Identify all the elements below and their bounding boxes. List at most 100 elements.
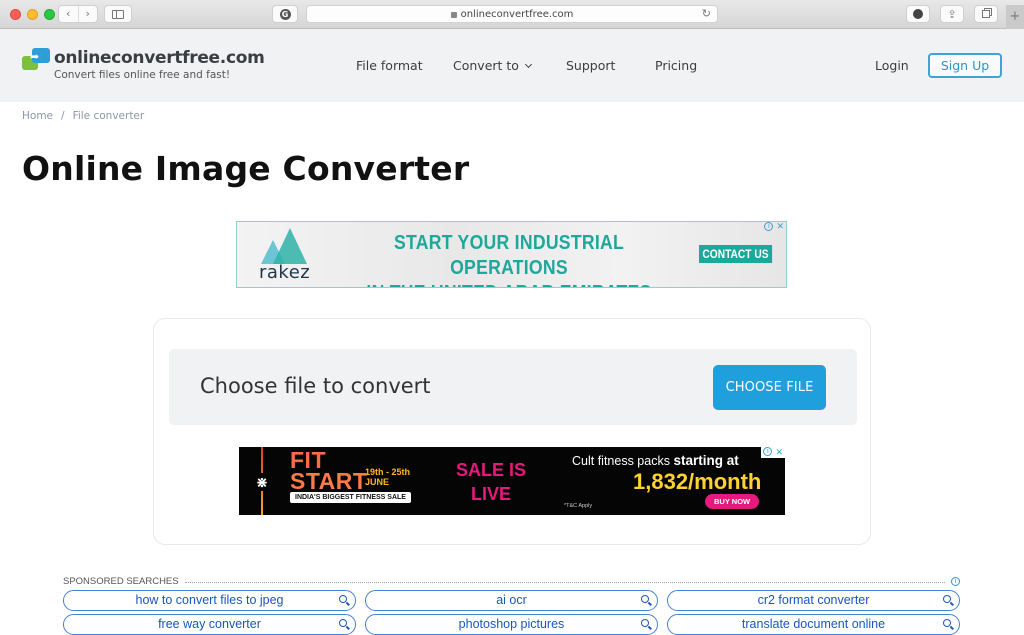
extension-button[interactable]: G bbox=[272, 5, 298, 23]
sale-dates: 19th - 25th JUNE bbox=[365, 467, 410, 487]
browser-toolbar: ‹ › G onlineconvertfree.com ↻ ⇪ + bbox=[0, 0, 1024, 29]
login-link[interactable]: Login bbox=[875, 58, 909, 73]
sale-tagline: INDIA'S BIGGEST FITNESS SALE bbox=[290, 492, 411, 503]
sale-live-text: SALE IS LIVE bbox=[449, 458, 533, 506]
reload-icon[interactable]: ↻ bbox=[702, 7, 711, 20]
ad-brand-name: rakez bbox=[259, 262, 311, 283]
terms-note: *T&C Apply bbox=[564, 503, 593, 509]
sidebar-icon bbox=[112, 9, 124, 19]
search-term: cr2 format converter bbox=[757, 593, 870, 607]
ad-headline-line1: START YOUR INDUSTRIAL OPERATIONS bbox=[393, 231, 625, 279]
chevron-down-icon bbox=[524, 60, 532, 69]
cult-fit-banner-ad[interactable]: ⋇ FIT START 19th - 25th JUNE INDIA'S BIG… bbox=[239, 447, 785, 515]
sale-line1: SALE IS bbox=[455, 460, 526, 480]
share-button[interactable]: ⇪ bbox=[940, 5, 964, 23]
download-icon bbox=[913, 9, 923, 19]
sale-dates-line2: JUNE bbox=[365, 477, 390, 487]
choose-file-prompt: Choose file to convert bbox=[200, 374, 431, 398]
sponsored-searches: SPONSORED SEARCHES i how to convert file… bbox=[63, 576, 960, 635]
new-tab-button[interactable]: + bbox=[1006, 5, 1024, 29]
ad-headline: START YOUR INDUSTRIAL OPERATIONS IN THE … bbox=[358, 230, 661, 287]
sale-dates-line1: 19th - 25th bbox=[365, 467, 411, 477]
packs-text: Cult fitness packs starting at bbox=[572, 453, 739, 468]
search-icon bbox=[943, 619, 951, 627]
start-text: START bbox=[290, 468, 368, 494]
packs-regular: Cult fitness packs bbox=[572, 454, 674, 468]
grammarly-icon: G bbox=[279, 8, 291, 20]
brand-name: onlineconvertfree.com bbox=[54, 48, 265, 68]
choose-file-button[interactable]: CHOOSE FILE bbox=[713, 365, 826, 410]
breadcrumb-home[interactable]: Home bbox=[22, 110, 53, 122]
search-icon bbox=[641, 595, 649, 603]
signup-button[interactable]: Sign Up bbox=[928, 53, 1002, 78]
adchoices-info-icon[interactable]: i bbox=[764, 222, 774, 231]
sale-line2: LIVE bbox=[470, 484, 511, 504]
zoom-window-button[interactable] bbox=[44, 9, 55, 20]
search-term: photoshop pictures bbox=[458, 617, 565, 631]
search-icon bbox=[339, 619, 347, 627]
ad-close-icon[interactable]: ✕ bbox=[775, 447, 783, 458]
info-icon[interactable]: i bbox=[951, 577, 960, 586]
search-icon bbox=[641, 619, 649, 627]
back-button[interactable]: ‹ bbox=[59, 6, 79, 22]
ad-close-icon[interactable]: ✕ bbox=[776, 222, 784, 232]
breadcrumb-separator: / bbox=[61, 110, 65, 122]
ad-headline-line2: IN THE UNITED ARAB EMIRATES bbox=[358, 280, 661, 287]
fit-start-title: FIT START bbox=[290, 449, 368, 494]
packs-bold: starting at bbox=[673, 453, 739, 468]
convert-logo-icon: ➦ bbox=[22, 48, 50, 70]
adchoices-info-icon[interactable]: i bbox=[763, 447, 773, 456]
url-text: onlineconvertfree.com bbox=[460, 8, 574, 20]
search-term: free way converter bbox=[158, 617, 261, 631]
tabs-icon bbox=[982, 10, 990, 18]
nav-file-format[interactable]: File format bbox=[356, 58, 423, 73]
adchoices: i ✕ bbox=[764, 222, 784, 232]
dotted-divider bbox=[184, 582, 945, 583]
sponsored-search-item[interactable]: how to convert files to jpeg bbox=[63, 590, 356, 611]
lock-icon bbox=[450, 12, 457, 18]
page-title: Online Image Converter bbox=[22, 149, 470, 188]
share-icon: ⇪ bbox=[947, 7, 957, 21]
sponsored-heading: SPONSORED SEARCHES bbox=[63, 576, 179, 587]
sponsored-search-item[interactable]: ai ocr bbox=[365, 590, 658, 611]
search-term: ai ocr bbox=[496, 593, 527, 607]
history-nav: ‹ › bbox=[58, 5, 98, 23]
brand-tagline: Convert files online free and fast! bbox=[54, 69, 231, 81]
nav-support[interactable]: Support bbox=[566, 58, 615, 73]
sponsored-search-item[interactable]: photoshop pictures bbox=[365, 614, 658, 635]
breadcrumb: Home / File converter bbox=[22, 110, 144, 122]
sponsored-search-item[interactable]: cr2 format converter bbox=[667, 590, 960, 611]
nav-pricing[interactable]: Pricing bbox=[655, 58, 697, 73]
logo-wrap: ➦ onlineconvertfree.com Convert files on… bbox=[22, 46, 265, 81]
address-bar[interactable]: onlineconvertfree.com ↻ bbox=[306, 5, 718, 23]
sponsored-search-item[interactable]: free way converter bbox=[63, 614, 356, 635]
close-window-button[interactable] bbox=[10, 9, 21, 20]
search-icon bbox=[943, 595, 951, 603]
logo-row: ➦ onlineconvertfree.com bbox=[22, 46, 265, 70]
buy-now-button[interactable]: BUY NOW bbox=[705, 494, 760, 509]
breadcrumb-current: File converter bbox=[72, 110, 145, 122]
site-logo[interactable]: ➦ onlineconvertfree.com Convert files on… bbox=[22, 46, 265, 81]
logo-arrow-icon: ➦ bbox=[30, 50, 40, 63]
ad-price: 1,832/month bbox=[633, 469, 762, 494]
site-header: ➦ onlineconvertfree.com Convert files on… bbox=[0, 29, 1024, 102]
search-term: how to convert files to jpeg bbox=[135, 593, 284, 607]
downloads-button[interactable] bbox=[906, 5, 930, 23]
sponsored-search-item[interactable]: translate document online bbox=[667, 614, 960, 635]
nav-convert-to[interactable]: Convert to bbox=[453, 58, 532, 73]
search-term: translate document online bbox=[741, 617, 886, 631]
nav-convert-to-label: Convert to bbox=[453, 58, 519, 73]
sponsored-header: SPONSORED SEARCHES i bbox=[63, 576, 960, 587]
rakez-banner-ad[interactable]: rakez START YOUR INDUSTRIAL OPERATIONS I… bbox=[236, 221, 787, 288]
minimize-window-button[interactable] bbox=[27, 9, 38, 20]
file-drop-zone[interactable]: Choose file to convert CHOOSE FILE bbox=[169, 349, 857, 425]
logo-triangle-right bbox=[273, 228, 307, 264]
tab-overview-button[interactable] bbox=[974, 5, 998, 23]
ad-contact-us-button[interactable]: CONTACT US bbox=[699, 245, 772, 263]
adchoices: i ✕ bbox=[761, 447, 785, 458]
cultfit-logo-icon: ⋇ bbox=[253, 473, 271, 491]
forward-button[interactable]: › bbox=[79, 6, 98, 22]
window-controls bbox=[10, 9, 55, 20]
sidebar-toggle-button[interactable] bbox=[104, 5, 132, 23]
search-icon bbox=[339, 595, 347, 603]
